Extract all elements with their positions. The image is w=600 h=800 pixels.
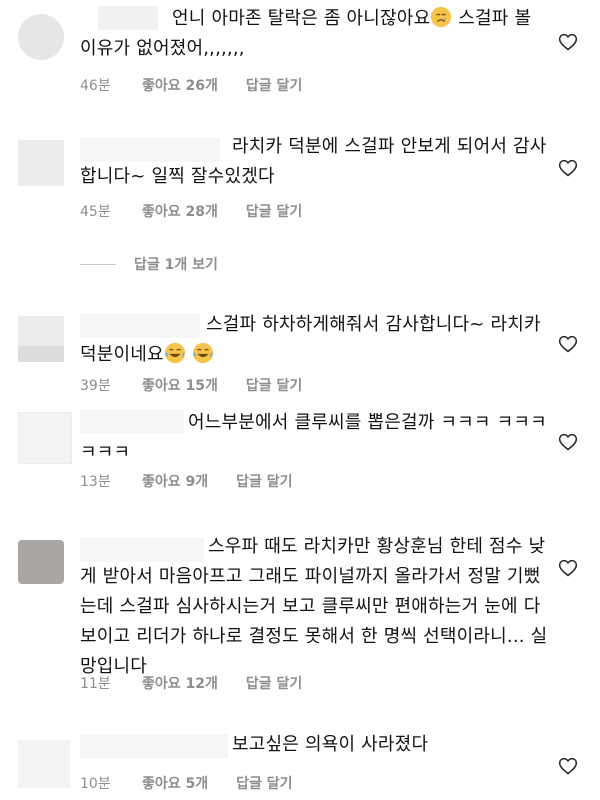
tears-of-joy-emoji — [192, 342, 213, 364]
likes-count-button[interactable]: 좋아요 15개 — [142, 375, 218, 395]
comment-meta: 39분 좋아요 15개 답글 달기 — [80, 375, 302, 395]
like-heart-icon[interactable] — [558, 432, 578, 452]
comment-time: 10분 — [80, 776, 111, 792]
comment-text: 언니 아마존 탈락은 좀 아니잖아요 스걸파 볼 이유가 없어졌어,,,,,,, — [80, 6, 532, 59]
avatar-lower — [18, 346, 64, 362]
comment-meta: 46분 좋아요 26개 답글 달기 — [80, 75, 302, 95]
avatar[interactable] — [18, 740, 70, 788]
comment-time: 39분 — [80, 378, 111, 394]
like-heart-icon[interactable] — [558, 334, 578, 354]
crying-face-emoji — [431, 6, 452, 28]
comment-time: 11분 — [80, 676, 111, 692]
comment-meta: 13분 좋아요 9개 답글 달기 — [80, 471, 293, 491]
comment-text: 보고싶은 의욕이 사라졌다 — [232, 734, 429, 755]
tears-of-joy-emoji — [164, 342, 185, 364]
avatar[interactable] — [18, 540, 64, 584]
like-heart-icon[interactable] — [558, 158, 578, 178]
comment-meta: 11분 좋아요 12개 답글 달기 — [80, 673, 302, 693]
like-heart-icon[interactable] — [558, 756, 578, 776]
reply-button[interactable]: 답글 달기 — [236, 773, 292, 793]
comment-time: 13분 — [80, 474, 111, 490]
reply-button[interactable]: 답글 달기 — [246, 673, 302, 693]
likes-count-button[interactable]: 좋아요 9개 — [142, 471, 208, 491]
comment-meta: 10분 좋아요 5개 답글 달기 — [80, 773, 293, 793]
comment-meta: 45분 좋아요 28개 답글 달기 — [80, 201, 302, 221]
reply-button[interactable]: 답글 달기 — [246, 75, 302, 95]
comment-time: 45분 — [80, 204, 111, 220]
likes-count-button[interactable]: 좋아요 26개 — [142, 75, 218, 95]
reply-button[interactable]: 답글 달기 — [246, 375, 302, 395]
reply-button[interactable]: 답글 달기 — [236, 471, 292, 491]
comment-text: 라치카 덕분에 스걸파 안보게 되어서 감사합니다~ 일찍 잘수있겠다 — [80, 136, 547, 187]
avatar[interactable] — [18, 412, 72, 464]
likes-count-button[interactable]: 좋아요 28개 — [142, 201, 218, 221]
like-heart-icon[interactable] — [558, 32, 578, 52]
divider-line — [80, 263, 116, 265]
view-replies-button[interactable]: 답글 1개 보기 — [80, 254, 218, 274]
view-replies-label: 답글 1개 보기 — [134, 257, 218, 273]
like-heart-icon[interactable] — [558, 558, 578, 578]
likes-count-button[interactable]: 좋아요 12개 — [142, 673, 218, 693]
comment-text: 어느부분에서 클루씨를 뽑은걸까 ㅋㅋㅋ ㅋㅋㅋㅋㅋㅋ — [80, 412, 547, 463]
comment-time: 46분 — [80, 78, 111, 94]
reply-button[interactable]: 답글 달기 — [246, 201, 302, 221]
comment-text: 스우파 때도 라치카만 황상훈님 한테 점수 낮게 받아서 마음아프고 그래도 … — [80, 536, 548, 677]
avatar[interactable] — [18, 140, 64, 186]
likes-count-button[interactable]: 좋아요 5개 — [142, 773, 208, 793]
comment-text: 스걸파 하차하게해줘서 감사합니다~ 라치카 덕분이네요 — [80, 314, 541, 365]
avatar[interactable] — [18, 14, 64, 60]
